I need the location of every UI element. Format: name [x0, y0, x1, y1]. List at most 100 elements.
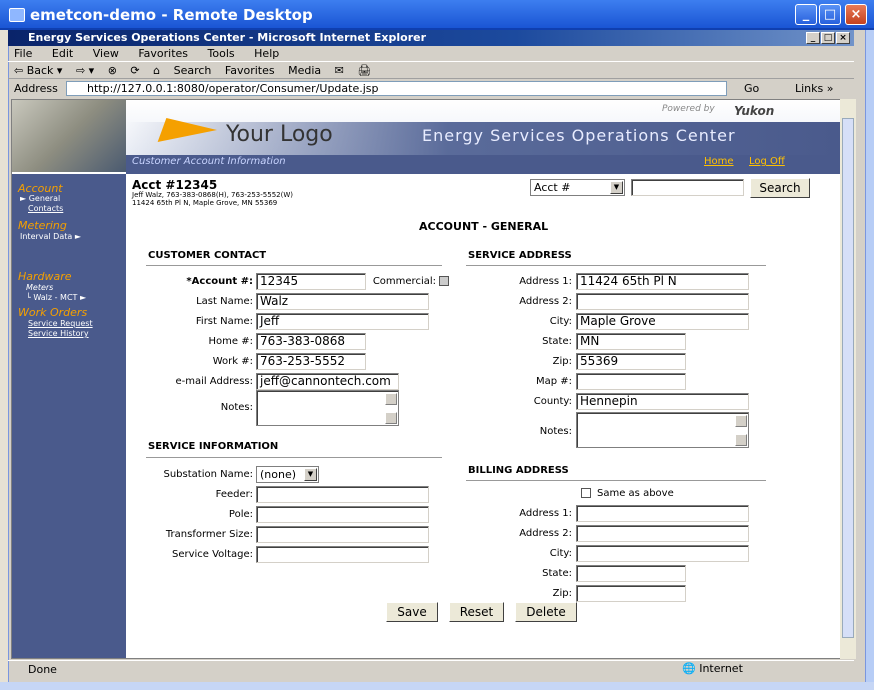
minimize-icon[interactable]: _	[795, 4, 817, 25]
customer-contact-heading: CUSTOMER CONTACT	[148, 250, 267, 261]
service-zip-label: Zip:	[552, 356, 572, 367]
sidebar-item-interval-data[interactable]: Interval Data ►	[20, 232, 81, 241]
county-input[interactable]: Hennepin	[576, 393, 749, 410]
billing-address2-label: Address 2:	[519, 528, 572, 539]
email-input[interactable]: jeff@cannontech.com	[256, 373, 399, 390]
stop-icon[interactable]: ⊗	[108, 64, 117, 77]
billing-address1-input[interactable]	[576, 505, 749, 522]
browser-titlebar: Energy Services Operations Center - Micr…	[8, 30, 854, 46]
feeder-input[interactable]	[256, 486, 429, 503]
home-link[interactable]: Home	[704, 156, 734, 167]
browser-title: Energy Services Operations Center - Micr…	[28, 31, 427, 44]
address-input[interactable]: http://127.0.0.1:8080/operator/Consumer/…	[66, 81, 727, 96]
refresh-icon[interactable]: ⟳	[130, 64, 139, 77]
transformer-size-input[interactable]	[256, 526, 429, 543]
yukon-logo: Yukon	[734, 104, 775, 118]
forward-button[interactable]: ⇨ ▾	[76, 64, 94, 77]
sidebar-item-walz-mct[interactable]: └ Walz - MCT ►	[26, 293, 86, 302]
substation-select[interactable]: (none) ▼	[256, 466, 319, 483]
billing-city-input[interactable]	[576, 545, 749, 562]
chevron-down-icon: ▼	[610, 181, 623, 194]
search-button[interactable]: Search	[174, 64, 212, 77]
page-scrollbar-thumb[interactable]	[842, 118, 854, 638]
menu-edit[interactable]: Edit	[52, 47, 73, 60]
service-zip-input[interactable]: 55369	[576, 353, 686, 370]
home-phone-input[interactable]: 763-383-0868	[256, 333, 366, 350]
sidebar-item-service-request[interactable]: Service Request	[28, 319, 93, 328]
sidebar-item-service-history[interactable]: Service History	[28, 329, 89, 338]
billing-state-input[interactable]	[576, 565, 686, 582]
section-title: Customer Account Information	[132, 156, 286, 167]
pole-input[interactable]	[256, 506, 429, 523]
logo-text: Your Logo	[226, 122, 333, 147]
browser-close-icon[interactable]: ×	[836, 32, 850, 44]
first-name-input[interactable]: Jeff	[256, 313, 429, 330]
service-city-input[interactable]: Maple Grove	[576, 313, 749, 330]
media-button[interactable]: Media	[288, 64, 321, 77]
billing-address-heading: BILLING ADDRESS	[468, 465, 569, 476]
first-name-label: First Name:	[195, 316, 253, 327]
scroll-down-icon[interactable]	[735, 434, 747, 446]
scroll-down-icon[interactable]	[385, 412, 397, 424]
last-name-input[interactable]: Walz	[256, 293, 429, 310]
links-button[interactable]: Links »	[795, 80, 833, 98]
billing-address2-input[interactable]	[576, 525, 749, 542]
service-notes-textarea[interactable]	[576, 412, 749, 448]
commercial-checkbox[interactable]	[439, 276, 449, 286]
favorites-button[interactable]: Favorites	[225, 64, 275, 77]
sidebar-item-general[interactable]: ► General	[20, 194, 60, 203]
work-phone-input[interactable]: 763-253-5552	[256, 353, 366, 370]
map-number-label: Map #:	[535, 376, 572, 387]
contact-notes-textarea[interactable]	[256, 390, 399, 426]
home-icon[interactable]: ⌂	[153, 64, 160, 77]
map-number-input[interactable]	[576, 373, 686, 390]
search-type-select[interactable]: Acct # ▼	[530, 179, 625, 196]
menu-help[interactable]: Help	[254, 47, 279, 60]
account-number-input[interactable]: 12345	[256, 273, 366, 290]
menu-file[interactable]: File	[14, 47, 32, 60]
service-address2-input[interactable]	[576, 293, 749, 310]
sidebar-heading-metering: Metering	[18, 219, 67, 232]
close-icon[interactable]: ×	[845, 4, 867, 25]
reset-button[interactable]: Reset	[449, 602, 504, 622]
commercial-label: Commercial:	[372, 276, 436, 287]
menu-favorites[interactable]: Favorites	[138, 47, 188, 60]
remote-desktop-icon	[9, 8, 25, 22]
menu-bar: File Edit View Favorites Tools Help	[8, 46, 854, 62]
scroll-up-icon[interactable]	[385, 393, 397, 405]
search-button[interactable]: Search	[750, 178, 810, 198]
app-title: Energy Services Operations Center	[422, 126, 736, 145]
sidebar: Account ► General Contacts Metering Inte…	[12, 174, 126, 658]
browser-minimize-icon[interactable]: _	[806, 32, 820, 44]
service-voltage-input[interactable]	[256, 546, 429, 563]
service-address1-input[interactable]: 11424 65th Pl N	[576, 273, 749, 290]
service-state-label: State:	[542, 336, 572, 347]
save-button[interactable]: Save	[386, 602, 438, 622]
mail-icon[interactable]: ✉	[335, 64, 344, 77]
browser-maximize-icon[interactable]: □	[821, 32, 835, 44]
logoff-link[interactable]: Log Off	[749, 156, 785, 167]
sidebar-item-contacts[interactable]: Contacts	[28, 204, 63, 213]
page-title: ACCOUNT - GENERAL	[419, 220, 549, 233]
service-address-heading: SERVICE ADDRESS	[468, 250, 572, 261]
scroll-up-icon[interactable]	[735, 415, 747, 427]
same-as-above-label: Same as above	[597, 488, 674, 499]
maximize-icon[interactable]: □	[819, 4, 841, 25]
delete-button[interactable]: Delete	[515, 602, 577, 622]
service-state-input[interactable]: MN	[576, 333, 686, 350]
last-name-label: Last Name:	[196, 296, 253, 307]
remote-scrollbar[interactable]	[866, 30, 874, 682]
menu-tools[interactable]: Tools	[208, 47, 235, 60]
back-button[interactable]: ⇦ Back ▾	[14, 64, 62, 77]
address-label: Address	[14, 82, 58, 95]
print-icon[interactable]: 🖨	[357, 64, 371, 77]
page-viewport: Your Logo Energy Services Operations Cen…	[11, 99, 841, 659]
pole-label: Pole:	[228, 509, 253, 520]
same-as-above-checkbox[interactable]	[581, 488, 591, 498]
menu-view[interactable]: View	[93, 47, 119, 60]
billing-zip-input[interactable]	[576, 585, 686, 602]
remote-horizontal-scrollbar[interactable]	[0, 682, 874, 690]
go-button[interactable]: Go	[744, 80, 759, 98]
browser-toolbar: ⇦ Back ▾ ⇨ ▾ ⊗ ⟳ ⌂ Search Favorites Medi…	[8, 63, 854, 79]
search-input[interactable]	[631, 179, 744, 196]
